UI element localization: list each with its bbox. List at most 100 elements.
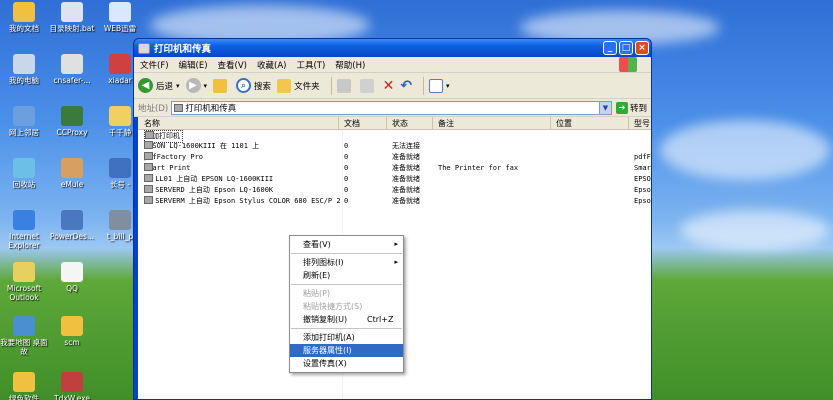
col-model[interactable]: 型号 — [634, 118, 650, 129]
printer-row[interactable]: 在 SERVERM 上自动 Epson Stylus COLOR 680 ESC… — [138, 196, 651, 207]
ctx-paste[interactable]: 粘贴(P) — [290, 287, 403, 300]
desktop-icon[interactable]: 绿色软件 — [0, 372, 48, 400]
col-docs[interactable]: 文档 — [344, 118, 360, 129]
col-status[interactable]: 状态 — [392, 118, 408, 129]
ctx-undo-copy[interactable]: 撤销复制(U) Ctrl+Z — [290, 313, 403, 326]
add-printer-item[interactable]: 添加打印机 — [138, 130, 651, 143]
desktop-icon-label: 回收站 — [12, 180, 36, 189]
menu-edit[interactable]: 编辑(E) — [179, 59, 208, 71]
ctx-refresh[interactable]: 刷新(E) — [290, 269, 403, 282]
windows-logo-icon — [619, 57, 637, 72]
desktop-icon[interactable]: CCProxy — [48, 106, 96, 137]
desktop-app-icon — [13, 2, 35, 22]
menu-separator — [291, 328, 402, 329]
ctx-add-printer[interactable]: 添加打印机(A) — [290, 331, 403, 344]
menu-view[interactable]: 查看(V) — [218, 59, 247, 71]
printer-status: 无法连接 — [392, 142, 420, 150]
desktop-app-icon — [109, 2, 131, 22]
desktop-app-icon — [61, 316, 83, 336]
ctx-setup-fax[interactable]: 设置传真(X) — [290, 357, 403, 370]
ctx-view[interactable]: 查看(V) ▸ — [290, 238, 403, 251]
go-button[interactable]: ➔ 转到 — [615, 101, 647, 114]
title-bar[interactable]: 打印机和传真 _ □ × — [134, 39, 651, 57]
ctx-refresh-label: 刷新(E) — [303, 271, 331, 280]
desktop-app-icon — [109, 106, 131, 126]
undo-button[interactable]: ↶ — [400, 78, 412, 94]
printer-status: 准备就绪 — [392, 197, 420, 205]
views-button[interactable]: ▾ — [429, 78, 450, 93]
search-button[interactable]: ⌕ 搜索 — [236, 78, 271, 93]
back-button[interactable]: ◀ 后退 ▾ — [138, 78, 180, 93]
desktop-icon[interactable]: cnsafer-... — [48, 54, 96, 85]
desktop-icon[interactable]: Internet Explorer — [0, 210, 48, 250]
desktop-icon[interactable]: 回收站 — [0, 158, 48, 189]
printer-row[interactable]: Smart Print 0 准备就绪 The Printer for fax Smar — [138, 163, 651, 174]
window-title: 打印机和传真 — [154, 44, 212, 55]
name-cell: EPSON LQ-1600KIII 在 1101 上 — [144, 141, 259, 152]
forward-dropdown-icon[interactable]: ▾ — [204, 82, 208, 90]
maximize-button[interactable]: □ — [619, 41, 633, 55]
menu-file[interactable]: 文件(F) — [140, 59, 169, 71]
printer-status: 准备就绪 — [392, 153, 420, 161]
back-dropdown-icon[interactable]: ▾ — [176, 82, 180, 90]
desktop-icon-label: QQ — [66, 284, 78, 293]
name-cell: Smart Print — [144, 163, 190, 174]
printer-row[interactable]: pdfFactory Pro 0 准备就绪 pdfF — [138, 152, 651, 163]
desktop-app-icon — [109, 210, 131, 230]
desktop-icon[interactable]: scm — [48, 316, 96, 347]
desktop-icon[interactable]: 我的文档 — [0, 2, 48, 33]
desktop-app-icon — [13, 106, 35, 126]
printer-model: Smar — [634, 164, 651, 172]
address-value: 打印机和传真 — [185, 103, 237, 114]
desktop-icon[interactable]: 网上邻居 — [0, 106, 48, 137]
desktop-icon[interactable]: 我要地图 桌面故 — [0, 316, 48, 356]
ctx-arrange-label: 排列图标(I) — [303, 258, 344, 267]
printer-docs: 0 — [344, 175, 349, 183]
printer-folder-icon — [138, 42, 150, 54]
desktop-icon-label: 绿色软件 — [9, 394, 39, 400]
desktop-icon[interactable]: QQ — [48, 262, 96, 293]
move-to-button[interactable] — [336, 78, 354, 93]
move-to-icon — [336, 78, 351, 93]
desktop-icon[interactable]: eMule — [48, 158, 96, 189]
desktop-icon[interactable]: WEB迅雷 — [96, 2, 144, 33]
printer-row[interactable]: 在 LL01 上自动 EPSON LQ-1600KIII 0 准备就绪 EPSO — [138, 174, 651, 185]
desktop-icon[interactable]: 目录映射.bat — [48, 2, 96, 33]
col-name[interactable]: 名称 — [144, 118, 160, 129]
address-input[interactable]: 打印机和传真 ▼ — [171, 100, 612, 115]
col-location[interactable]: 位置 — [556, 118, 572, 129]
desktop-app-icon — [13, 372, 35, 392]
forward-button[interactable]: ▶ ▾ — [185, 78, 208, 93]
copy-to-icon — [359, 78, 374, 93]
desktop-icon[interactable]: PowerDes... — [48, 210, 96, 241]
desktop-app-icon — [13, 54, 35, 74]
printer-model: Epso — [634, 197, 651, 205]
desktop-app-icon — [61, 54, 83, 74]
folders-button[interactable]: 文件夹 — [277, 78, 320, 93]
printer-model: EPSO — [634, 175, 651, 183]
toolbar-divider-2 — [423, 76, 425, 95]
delete-button[interactable]: ✕ — [383, 78, 395, 94]
desktop-icon[interactable]: Microsoft Outlook — [0, 262, 48, 302]
desktop-icon[interactable]: 我的电脑 — [0, 54, 48, 85]
ctx-server-properties[interactable]: 服务器属性(I) — [290, 344, 403, 357]
ctx-arrange-icons[interactable]: 排列图标(I) ▸ — [290, 256, 403, 269]
menu-favorites[interactable]: 收藏(A) — [257, 59, 286, 71]
copy-to-button[interactable] — [359, 78, 377, 93]
ctx-paste-shortcut[interactable]: 粘贴快捷方式(S) — [290, 300, 403, 313]
col-note[interactable]: 备注 — [438, 118, 454, 129]
printer-row[interactable]: 在 SERVERD 上自动 Epson LQ-1600K 0 准备就绪 Epso — [138, 185, 651, 196]
close-button[interactable]: × — [635, 41, 649, 55]
address-dropdown-icon[interactable]: ▼ — [598, 101, 611, 114]
printer-row[interactable]: EPSON LQ-1600KIII 在 1101 上 0 无法连接 — [138, 141, 651, 152]
col-divider — [386, 117, 387, 129]
col-divider — [432, 117, 433, 129]
minimize-button[interactable]: _ — [603, 41, 617, 55]
up-button[interactable] — [213, 78, 230, 93]
context-menu: 查看(V) ▸ 排列图标(I) ▸ 刷新(E) 粘贴(P) 粘贴快捷方式(S) 撤销… — [289, 235, 404, 373]
desktop-icon[interactable]: TdxW.exe — [48, 372, 96, 400]
menu-tools[interactable]: 工具(T) — [296, 59, 325, 71]
menu-help[interactable]: 帮助(H) — [335, 59, 365, 71]
menu-separator — [291, 253, 402, 254]
desktop-app-icon — [13, 262, 35, 282]
